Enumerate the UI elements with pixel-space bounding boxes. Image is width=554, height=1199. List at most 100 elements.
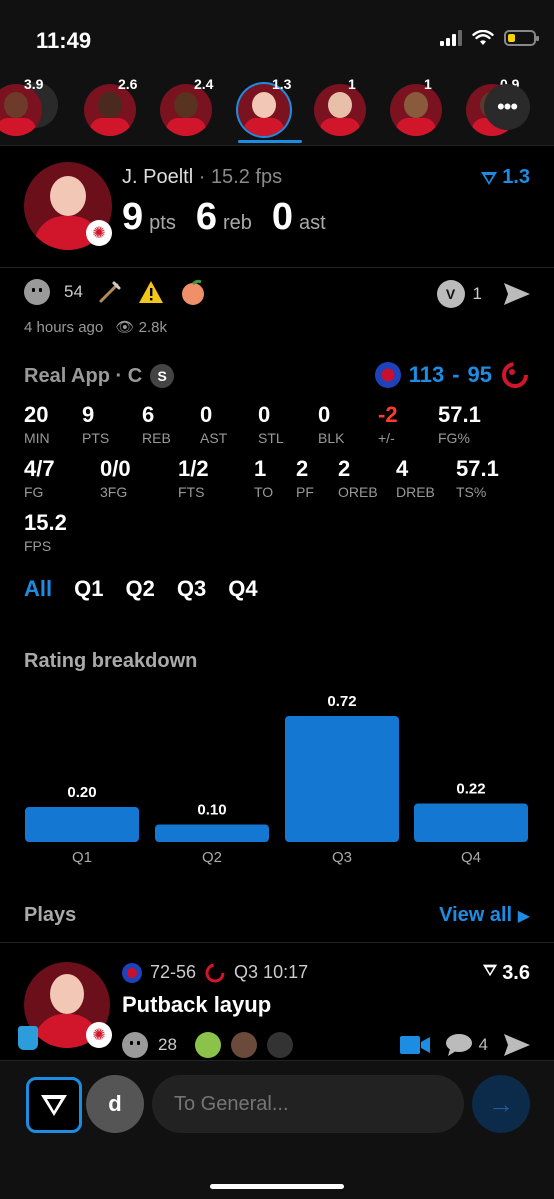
tab-q2[interactable]: Q2	[125, 576, 154, 602]
reb-label: reb	[222, 212, 252, 234]
raptors-logo-icon: ✺	[86, 220, 112, 246]
stat-label: PTS	[82, 430, 110, 446]
score-away: 95	[467, 362, 492, 387]
share-icon[interactable]	[502, 281, 532, 307]
votes-count: 1	[472, 284, 482, 303]
stat-label: MIN	[24, 430, 50, 446]
stat-label: FG%	[438, 430, 470, 446]
stat-label: TO	[254, 484, 274, 500]
comment-icon[interactable]	[445, 1033, 473, 1057]
stat-dreb: 4 DREB	[396, 456, 435, 500]
chevron-right-icon: ▶	[517, 908, 530, 925]
laugh-reaction-icon[interactable]	[122, 1032, 148, 1058]
reactions-bar: 54 V 1 4 hours ago 👁 2.8k	[0, 272, 554, 342]
stat-label: FG	[24, 484, 44, 500]
selected-indicator	[238, 140, 302, 143]
stat-value: 15.2	[24, 510, 67, 535]
pts-label: pts	[149, 212, 176, 234]
status-icons	[440, 30, 539, 46]
share-icon[interactable]	[502, 1032, 532, 1058]
raptors-logo-icon	[205, 963, 225, 982]
stat-fts: 1/2 FTS	[178, 456, 209, 500]
arrow-right-icon: →	[488, 1088, 514, 1119]
player-summary-stats: 9 pts 6 reb 0 ast	[122, 196, 340, 239]
comment-count: 4	[478, 1035, 488, 1054]
crutch-icon[interactable]	[97, 279, 123, 305]
laugh-reaction-icon[interactable]	[24, 279, 50, 305]
reactor-avatar[interactable]	[230, 1032, 257, 1058]
stat-label: TS%	[456, 484, 487, 500]
stat-pf: 2 PF	[296, 456, 314, 500]
app-logo-icon	[41, 1095, 67, 1116]
strip-player-avatar[interactable]	[390, 84, 442, 136]
vote-logo-icon[interactable]: V	[436, 280, 465, 308]
view-all-link[interactable]: View all ▶	[439, 904, 530, 927]
stat-oreb: 2 OREB	[338, 456, 378, 500]
play-reactions: 28	[122, 1032, 293, 1058]
quarter-tabs: All Q1 Q2 Q3 Q4	[24, 576, 258, 602]
raptors-logo-icon	[502, 362, 528, 388]
strip-player-avatar[interactable]	[314, 84, 366, 136]
stat-label: FPS	[24, 538, 52, 554]
tab-all[interactable]: All	[24, 576, 52, 602]
player-rating[interactable]: 1.3	[480, 166, 530, 189]
player-name-line: J. Poeltl · 15.2 fps	[122, 166, 282, 189]
game-score[interactable]: 113-95	[374, 362, 530, 388]
play-context: 72-56 Q3 10:17	[122, 962, 308, 983]
warning-icon[interactable]	[137, 279, 165, 305]
stat-value: 2	[296, 456, 309, 481]
wifi-icon	[472, 30, 494, 45]
tab-q1[interactable]: Q1	[74, 576, 103, 602]
stat-value: 2	[338, 456, 351, 481]
x-tick-label: Q3	[332, 849, 352, 866]
x-tick-label: Q4	[461, 849, 481, 866]
tab-q4[interactable]: Q4	[228, 576, 257, 602]
play-laugh-count: 28	[158, 1035, 177, 1054]
tab-q3[interactable]: Q3	[177, 576, 206, 602]
stat-value: 0/0	[100, 456, 131, 481]
message-input[interactable]	[152, 1075, 464, 1133]
stat-label: 3FG	[100, 484, 128, 500]
reactor-avatar[interactable]	[266, 1032, 293, 1058]
peach-icon[interactable]	[179, 278, 207, 306]
score-separator: -	[452, 362, 460, 387]
raptors-logo-icon: ✺	[86, 1022, 112, 1048]
pistons-logo-icon	[122, 962, 142, 983]
stat-value: 20	[24, 402, 49, 427]
league-label: Real App · C	[24, 364, 143, 387]
pts-value: 9	[122, 196, 144, 238]
play-score: 72-56	[150, 962, 197, 982]
stat-value: 57.1	[456, 456, 499, 481]
stat-label: PF	[296, 484, 314, 500]
stat-reb: 6 REB	[142, 402, 171, 446]
stat-blk: 0 BLK	[318, 402, 344, 446]
strip-player-score: 2.4	[194, 76, 214, 92]
send-button[interactable]: →	[472, 1075, 530, 1133]
player-fps: · 15.2 fps	[193, 166, 283, 188]
time-ago: 4 hours ago	[24, 319, 104, 336]
user-avatar-button[interactable]: d	[86, 1075, 144, 1133]
ellipsis-icon: •••	[496, 94, 518, 119]
stat-value: 0	[200, 402, 213, 427]
stat-fg-: 57.1 FG%	[438, 402, 481, 446]
play-item[interactable]: ✺ 72-56 Q3 10:17 3.6 Putback layup 28 4	[0, 960, 554, 1060]
stat-label: STL	[258, 430, 284, 446]
rating-value: 1.3	[502, 166, 530, 188]
player-strip[interactable]: ‹ 3.92.62.41.3110.9 •••	[0, 72, 554, 146]
stat-to: 1 TO	[254, 456, 273, 500]
stat-pts: 9 PTS	[82, 402, 109, 446]
score-home: 113	[408, 362, 445, 387]
ast-value: 0	[271, 196, 294, 238]
play-rating-value: 3.6	[502, 962, 530, 984]
strip-player-score: 1	[348, 76, 356, 92]
video-icon[interactable]	[399, 1034, 431, 1056]
play-clock: Q3 10:17	[234, 962, 309, 982]
tennis-ball-icon[interactable]	[194, 1032, 221, 1058]
bar-q4	[414, 803, 528, 842]
play-rating[interactable]: 3.6	[482, 962, 530, 985]
stat--: -2 +/-	[378, 402, 398, 446]
stat-ast: 0 AST	[200, 402, 227, 446]
stat-fg: 4/7 FG	[24, 456, 55, 500]
more-button[interactable]: •••	[484, 84, 530, 130]
app-logo-button[interactable]	[26, 1077, 82, 1133]
